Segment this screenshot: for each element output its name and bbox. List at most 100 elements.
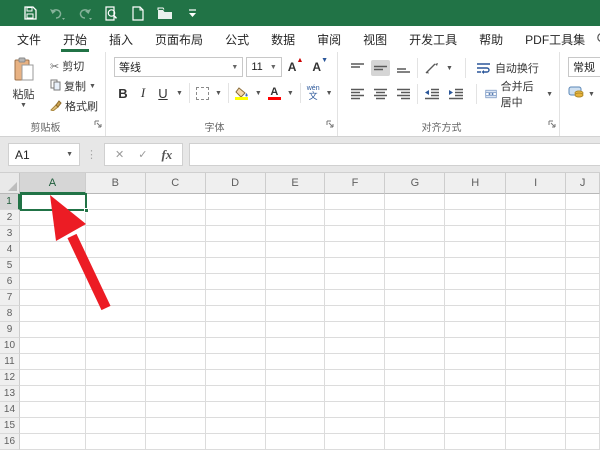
cut-button[interactable]: ✂ 剪切	[47, 57, 101, 75]
cell-I12[interactable]	[506, 370, 566, 386]
cell-B14[interactable]	[86, 402, 146, 418]
cell-I6[interactable]	[506, 274, 566, 290]
cell-G11[interactable]	[385, 354, 445, 370]
cell-D4[interactable]	[206, 242, 266, 258]
formula-input[interactable]	[189, 143, 600, 166]
cell-G8[interactable]	[385, 306, 445, 322]
cell-C4[interactable]	[146, 242, 206, 258]
column-header-E[interactable]: E	[266, 173, 326, 194]
copy-button[interactable]: 复制 ▼	[47, 77, 101, 95]
font-name-combobox[interactable]: 等线 ▼	[114, 57, 243, 77]
borders-caret[interactable]: ▼	[215, 90, 222, 97]
cell-I10[interactable]	[506, 338, 566, 354]
cell-I7[interactable]	[506, 290, 566, 306]
cell-J11[interactable]	[566, 354, 600, 370]
cell-C6[interactable]	[146, 274, 206, 290]
cell-H1[interactable]	[445, 194, 506, 210]
cell-C15[interactable]	[146, 418, 206, 434]
cell-H2[interactable]	[445, 210, 506, 226]
align-top-button[interactable]	[348, 60, 367, 76]
new-file-icon[interactable]	[130, 5, 146, 21]
cell-F10[interactable]	[325, 338, 385, 354]
cell-I9[interactable]	[506, 322, 566, 338]
undo-icon[interactable]	[49, 5, 65, 21]
tab-公式[interactable]: 公式	[214, 26, 260, 52]
cell-E15[interactable]	[266, 418, 326, 434]
tab-帮助[interactable]: 帮助	[468, 26, 514, 52]
cell-F7[interactable]	[325, 290, 385, 306]
cell-G13[interactable]	[385, 386, 445, 402]
cell-J4[interactable]	[566, 242, 600, 258]
cell-D14[interactable]	[206, 402, 266, 418]
tab-开发工具[interactable]: 开发工具	[398, 26, 468, 52]
cell-H14[interactable]	[445, 402, 506, 418]
cell-C16[interactable]	[146, 434, 206, 450]
align-left-button[interactable]	[348, 86, 367, 102]
redo-icon[interactable]	[76, 5, 92, 21]
cell-C9[interactable]	[146, 322, 206, 338]
row-header-8[interactable]: 8	[0, 306, 20, 322]
align-center-button[interactable]	[371, 86, 390, 102]
cell-I5[interactable]	[506, 258, 566, 274]
column-header-A[interactable]: A	[20, 173, 86, 194]
row-header-13[interactable]: 13	[0, 386, 20, 402]
cancel-button[interactable]: ✕	[115, 148, 124, 161]
cell-G3[interactable]	[385, 226, 445, 242]
cell-E14[interactable]	[266, 402, 326, 418]
cell-H6[interactable]	[445, 274, 506, 290]
phonetic-caret[interactable]: ▼	[326, 90, 333, 97]
cell-H16[interactable]	[445, 434, 506, 450]
cell-G12[interactable]	[385, 370, 445, 386]
cell-A2[interactable]	[20, 210, 86, 226]
customize-qat-icon[interactable]	[184, 5, 200, 21]
tell-me-lightbulb-icon[interactable]	[596, 26, 600, 52]
cell-B7[interactable]	[86, 290, 146, 306]
cell-J7[interactable]	[566, 290, 600, 306]
tab-审阅[interactable]: 审阅	[306, 26, 352, 52]
cell-E8[interactable]	[266, 306, 326, 322]
row-header-6[interactable]: 6	[0, 274, 20, 290]
cell-F5[interactable]	[325, 258, 385, 274]
cell-D15[interactable]	[206, 418, 266, 434]
cell-B12[interactable]	[86, 370, 146, 386]
cell-I11[interactable]	[506, 354, 566, 370]
cell-A3[interactable]	[20, 226, 86, 242]
cell-J1[interactable]	[566, 194, 600, 210]
cell-H9[interactable]	[445, 322, 506, 338]
cell-F2[interactable]	[325, 210, 385, 226]
row-header-9[interactable]: 9	[0, 322, 20, 338]
column-header-H[interactable]: H	[445, 173, 506, 194]
cell-E11[interactable]	[266, 354, 326, 370]
cell-F12[interactable]	[325, 370, 385, 386]
tab-视图[interactable]: 视图	[352, 26, 398, 52]
cell-B8[interactable]	[86, 306, 146, 322]
cell-I4[interactable]	[506, 242, 566, 258]
cell-I13[interactable]	[506, 386, 566, 402]
cell-J12[interactable]	[566, 370, 600, 386]
cell-E5[interactable]	[266, 258, 326, 274]
clipboard-dialog-launcher-icon[interactable]	[94, 115, 102, 133]
row-header-4[interactable]: 4	[0, 242, 20, 258]
cell-A10[interactable]	[20, 338, 86, 354]
row-header-10[interactable]: 10	[0, 338, 20, 354]
cell-B1[interactable]	[86, 194, 146, 210]
cell-C14[interactable]	[146, 402, 206, 418]
italic-button[interactable]: I	[136, 85, 150, 101]
cell-E2[interactable]	[266, 210, 326, 226]
font-color-caret[interactable]: ▼	[287, 90, 294, 97]
cell-B2[interactable]	[86, 210, 146, 226]
font-size-combobox[interactable]: 11 ▼	[246, 57, 281, 77]
cell-A5[interactable]	[20, 258, 86, 274]
open-folder-icon[interactable]	[157, 5, 173, 21]
underline-caret[interactable]: ▼	[176, 90, 183, 97]
cell-G2[interactable]	[385, 210, 445, 226]
cell-J2[interactable]	[566, 210, 600, 226]
cell-A8[interactable]	[20, 306, 86, 322]
cell-D5[interactable]	[206, 258, 266, 274]
align-middle-button[interactable]	[371, 60, 390, 76]
cell-C7[interactable]	[146, 290, 206, 306]
cell-D6[interactable]	[206, 274, 266, 290]
accounting-format-caret[interactable]: ▼	[588, 91, 595, 98]
cell-G5[interactable]	[385, 258, 445, 274]
font-color-button[interactable]: A	[268, 87, 281, 100]
